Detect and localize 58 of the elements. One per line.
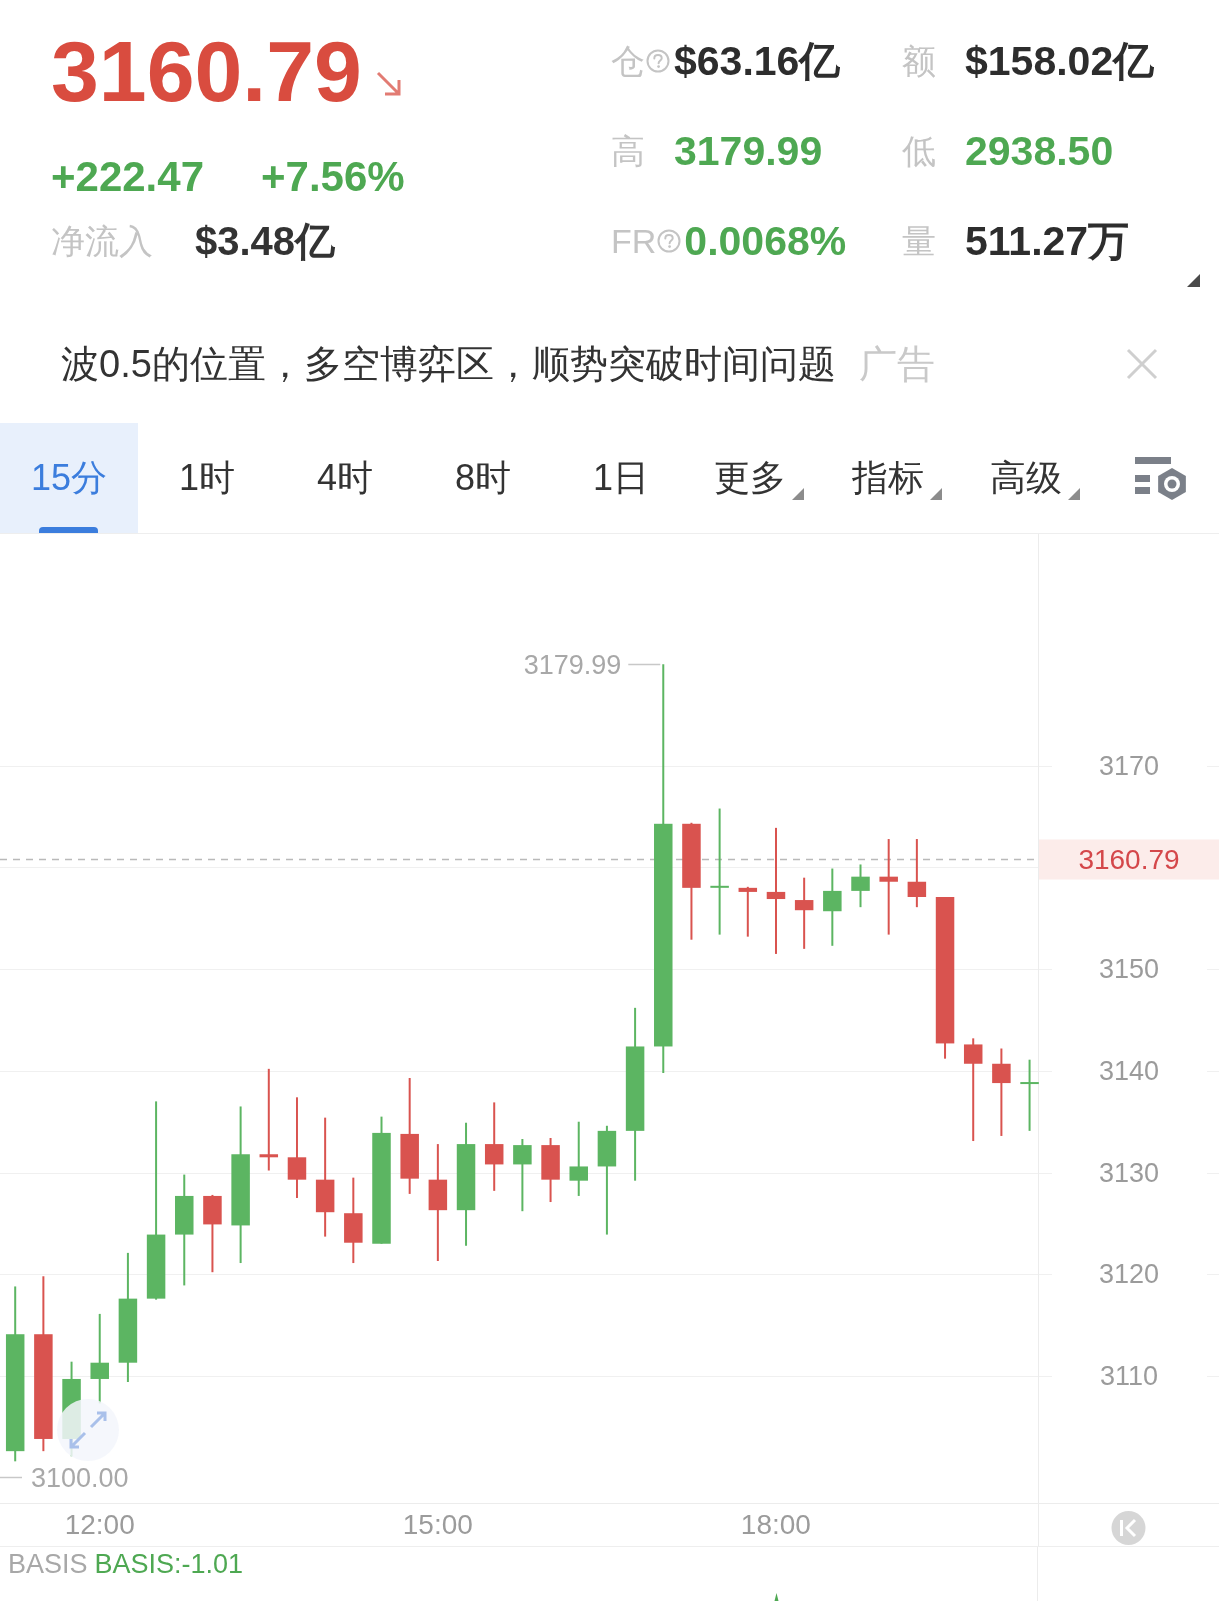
stat-value: 511.27万 — [965, 218, 1130, 264]
tab[interactable]: 4时 — [276, 423, 414, 533]
price-axis-label: 3130 — [1098, 1157, 1160, 1188]
price-axis-label: 3110 — [1099, 1361, 1159, 1391]
corner-triangle-icon[interactable] — [1187, 274, 1200, 287]
tab[interactable]: 更多 — [690, 423, 828, 533]
percent-change: +7.56% — [261, 156, 405, 198]
high-price-label: 3179.99 — [523, 649, 622, 680]
time-axis-label: 18:00 — [740, 1508, 811, 1540]
dropdown-triangle-icon — [930, 488, 942, 500]
candle — [907, 838, 927, 909]
last-price-tag: 3160.79 — [1039, 839, 1219, 880]
stat-value: 2938.50 — [965, 128, 1114, 174]
close-icon[interactable] — [1126, 347, 1158, 380]
price-axis-label: 3140 — [1098, 1055, 1160, 1086]
stat-label: 仓 — [611, 41, 645, 81]
price-axis-label: 3170 — [1098, 750, 1160, 781]
stat-value: 0.0068% — [684, 218, 847, 264]
tab[interactable]: 15分 — [0, 423, 138, 533]
stat-value: $158.02亿 — [965, 38, 1155, 84]
help-icon[interactable] — [657, 229, 682, 253]
ad-text[interactable]: 波0.5的位置，多空博弈区，顺势突破时间问题 — [61, 340, 836, 387]
price-axis-label: 3150 — [1098, 954, 1160, 985]
stat-value: 3179.99 — [674, 128, 823, 174]
candle — [738, 885, 758, 938]
tab[interactable]: 高级 — [966, 423, 1104, 533]
last-price: 3160.79 — [51, 28, 362, 114]
stat-label: 高 — [611, 131, 645, 171]
tab[interactable]: 指标 — [828, 423, 966, 533]
stat-label: 低 — [902, 131, 936, 171]
stat-label: 量 — [902, 221, 936, 261]
time-axis-label: 12:00 — [64, 1508, 135, 1540]
basis-bar — [774, 1593, 779, 1601]
leader-line — [627, 663, 661, 666]
indicator-name: BASIS — [8, 1549, 88, 1579]
help-icon[interactable] — [646, 49, 670, 73]
price-change: +222.47 — [51, 156, 204, 198]
candle — [541, 1137, 560, 1204]
low-price-label: 3100.00 — [31, 1462, 129, 1493]
stat-value: $3.48亿 — [195, 219, 336, 263]
stat-label: 额 — [902, 41, 936, 81]
indicator-reading: BASIS:-1.01 — [94, 1549, 244, 1579]
stat-label: FR — [611, 221, 657, 261]
selected-indicator — [39, 527, 98, 533]
dropdown-triangle-icon — [792, 488, 804, 500]
price-axis-label: 3120 — [1098, 1259, 1160, 1290]
dropdown-triangle-icon — [1068, 488, 1080, 500]
candle — [851, 863, 870, 909]
tab[interactable]: 8时 — [414, 423, 552, 533]
time-axis-label: 15:00 — [402, 1508, 473, 1540]
stat-label: 净流入 — [51, 221, 153, 261]
skip-back-icon[interactable] — [1111, 1511, 1146, 1545]
tab[interactable]: 1时 — [138, 423, 276, 533]
stat-value: $63.16亿 — [674, 38, 841, 84]
expand-icon[interactable] — [56, 1398, 120, 1462]
tab[interactable]: 1日 — [552, 423, 690, 533]
leader-line — [0, 1476, 23, 1479]
settings-icon[interactable] — [1134, 455, 1189, 501]
